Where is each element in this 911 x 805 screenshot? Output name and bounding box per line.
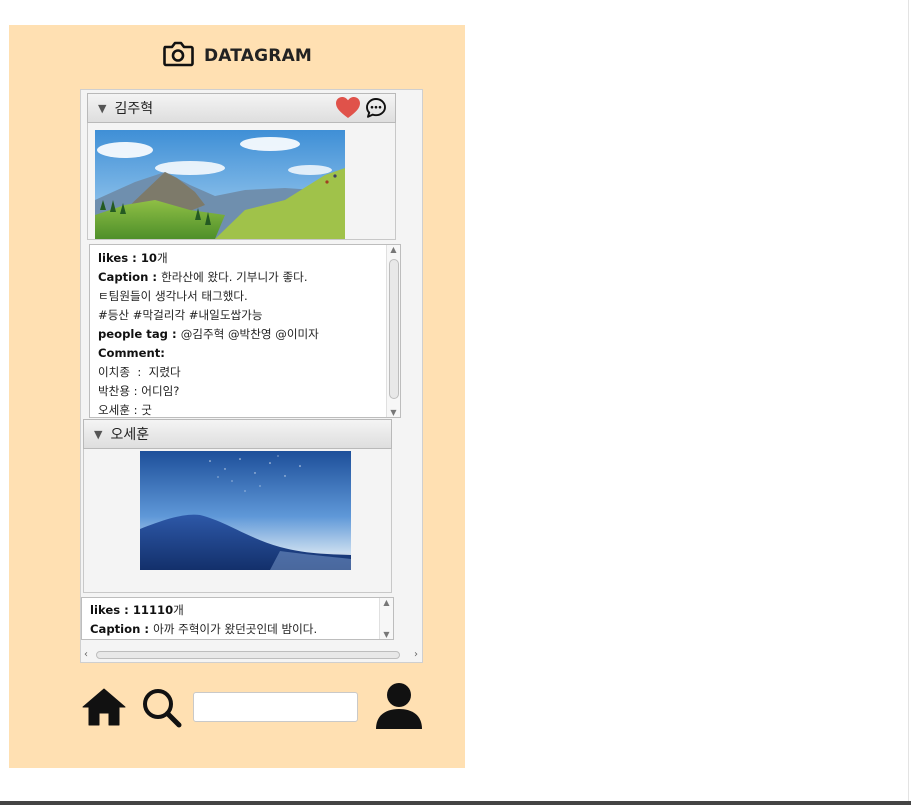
comment-text: 어디임? — [141, 384, 180, 398]
comment-item: 박찬용 : 어디임? — [98, 382, 386, 401]
window-bottom-border — [0, 801, 911, 805]
likes-label: likes : — [98, 251, 141, 265]
post-username: 오세훈 — [110, 427, 150, 443]
hashtags: #등산 #막걸리각 #내일도쌉가능 — [98, 308, 263, 322]
post-header[interactable]: ▼ 오세훈 — [83, 419, 392, 449]
likes-suffix: 개 — [156, 251, 168, 265]
collapse-triangle-icon[interactable]: ▼ — [94, 428, 102, 441]
app-header: DATAGRAM — [9, 41, 465, 71]
post-username: 김주혁 — [114, 101, 154, 117]
scroll-left-arrow-icon[interactable]: ‹ — [84, 648, 88, 662]
vertical-scrollbar[interactable]: ▲ ▼ — [386, 245, 400, 417]
app-title: DATAGRAM — [203, 46, 313, 66]
comment-text: 굿 — [141, 403, 152, 417]
night-sky-photo — [140, 451, 351, 574]
bottom-navigation — [9, 679, 465, 735]
user-icon[interactable] — [374, 682, 424, 734]
likes-count: 11110 — [132, 603, 174, 617]
caption-line-2: ㅌ팀원들이 생각나서 태그했다. — [98, 289, 248, 303]
mountain-photo — [95, 130, 345, 243]
scroll-down-arrow-icon[interactable]: ▼ — [380, 630, 393, 639]
post-details-textarea[interactable]: likes : 11110개 Caption : 아까 주혁이가 왔던곳인데 밤… — [81, 597, 394, 640]
post-details-content: likes : 10개 Caption : 한라산에 왔다. 기부니가 좋다. … — [98, 249, 386, 417]
app-window: DATAGRAM ▼ 김주혁 likes: 10개 Caption: 한라산… — [9, 25, 465, 768]
feed-scroll-pane[interactable]: ▼ 김주혁 likes: 10개 Caption: 한라산에 왔다. 기부니… — [80, 89, 423, 663]
people-tags: @김주혁 @박찬영 @이미자 — [180, 327, 319, 341]
people-tag-label: people tag : — [98, 327, 181, 341]
comment-icon[interactable] — [365, 97, 387, 123]
comment-author: 이치종 — [98, 365, 130, 379]
search-input[interactable] — [193, 692, 358, 722]
caption-label: Caption : — [90, 622, 154, 636]
comment-separator: : — [130, 384, 142, 398]
comment-label: Comment: — [98, 346, 165, 360]
comment-author: 박찬용 — [98, 384, 130, 398]
vertical-scrollbar[interactable]: ▲ ▼ — [379, 598, 393, 639]
search-icon[interactable] — [141, 687, 183, 733]
comment-separator: : — [130, 365, 149, 379]
caption-text: 한라산에 왔다. 기부니가 좋다. — [161, 270, 308, 284]
comment-text: 지렸다 — [148, 365, 181, 379]
scroll-thumb[interactable] — [389, 259, 399, 399]
post-header[interactable]: ▼ 김주혁 — [87, 93, 396, 123]
collapse-triangle-icon[interactable]: ▼ — [98, 102, 106, 115]
comment-item: 오세훈 : 굿 — [98, 401, 386, 417]
likes-label: likes : — [90, 603, 133, 617]
caption-text: 아까 주혁이가 왔던곳인데 밤이다. — [153, 622, 318, 636]
likes-suffix: 개 — [173, 603, 184, 617]
post-image-area — [87, 123, 396, 240]
home-icon[interactable] — [81, 687, 127, 731]
scroll-up-arrow-icon[interactable]: ▲ — [387, 245, 400, 254]
scroll-down-arrow-icon[interactable]: ▼ — [387, 408, 400, 417]
scroll-up-arrow-icon[interactable]: ▲ — [380, 598, 393, 607]
comment-item: 이치종 : 지렸다 — [98, 363, 386, 382]
scroll-thumb[interactable] — [96, 651, 400, 659]
scroll-right-arrow-icon[interactable]: › — [414, 648, 418, 662]
likes-count: 10 — [140, 251, 157, 265]
post-image-area — [83, 449, 392, 593]
comment-separator: : — [130, 403, 142, 417]
window-edge — [908, 0, 909, 801]
camera-icon — [162, 40, 194, 72]
post-details-textarea[interactable]: likes : 10개 Caption : 한라산에 왔다. 기부니가 좋다. … — [89, 244, 401, 418]
heart-icon[interactable] — [335, 96, 361, 124]
post-details-content: likes : 11110개 Caption : 아까 주혁이가 왔던곳인데 밤… — [90, 601, 379, 639]
horizontal-scrollbar[interactable]: ‹ › — [81, 648, 422, 662]
comment-author: 오세훈 — [98, 403, 130, 417]
caption-label: Caption : — [98, 270, 162, 284]
